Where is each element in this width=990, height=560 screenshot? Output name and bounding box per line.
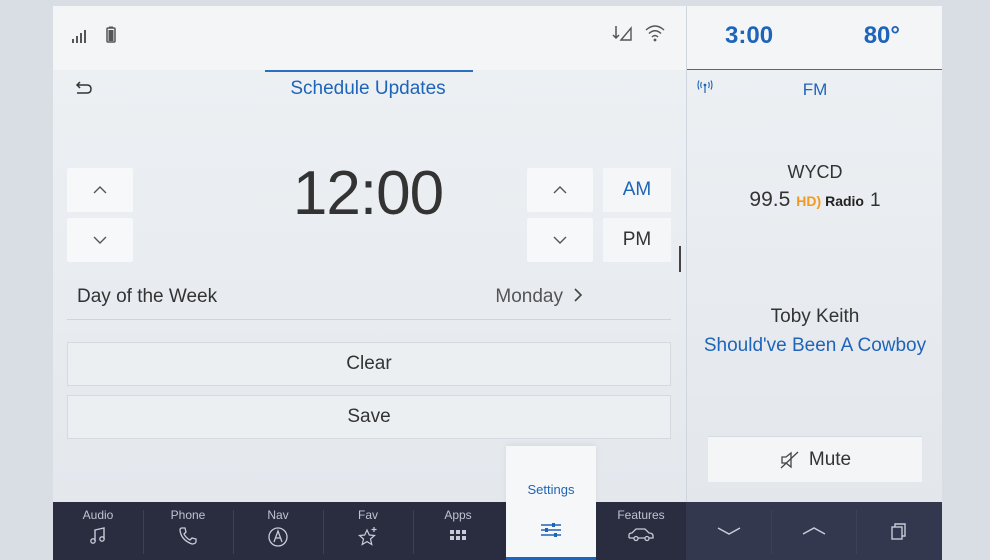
nav-phone[interactable]: Phone	[143, 502, 233, 560]
nav-settings-label: Settings	[527, 482, 575, 497]
artist-name: Toby Keith	[770, 306, 860, 327]
phone-icon	[179, 527, 197, 545]
battery-icon	[106, 26, 116, 43]
chevron-down-icon	[717, 527, 740, 535]
nav-features[interactable]: Features	[596, 502, 686, 560]
scrollbar[interactable]	[679, 246, 681, 272]
nav-fav[interactable]: Fav	[323, 502, 413, 560]
frequency: 99.5	[749, 188, 791, 211]
nav-nav[interactable]: Nav	[233, 502, 323, 560]
hour-up-button[interactable]	[67, 168, 133, 212]
minute-up-button[interactable]	[527, 168, 593, 212]
chevron-up-icon	[93, 186, 107, 194]
speaker-muted-icon	[780, 451, 799, 468]
apps-grid-icon	[450, 530, 466, 540]
collapse-button[interactable]	[686, 502, 771, 560]
status-icons-left	[71, 26, 117, 48]
status-bar	[53, 6, 686, 70]
music-note-icon	[90, 527, 105, 544]
chevron-right-icon	[574, 288, 583, 302]
pm-button[interactable]: PM	[603, 218, 671, 262]
hd-radio-logo: HD) Radio	[796, 193, 864, 209]
cards-button[interactable]	[856, 502, 941, 560]
time-display: 12:00	[292, 159, 444, 228]
stacked-cards-icon	[890, 523, 906, 540]
station-name: WYCD	[787, 162, 843, 182]
save-button[interactable]: Save	[67, 395, 671, 439]
hour-down-button[interactable]	[67, 218, 133, 262]
nav-phone-label: Phone	[170, 508, 206, 522]
outside-temperature: 80°	[863, 22, 900, 49]
navigation-icon	[268, 527, 288, 547]
title-underline	[265, 70, 473, 72]
song-title: Should've Been A Cowboy	[703, 335, 927, 356]
hd-logo-word: Radio	[825, 193, 864, 209]
bottom-nav-bar: Audio Phone Nav Fav Apps Settings Featur…	[53, 446, 942, 560]
back-arrow-icon[interactable]	[72, 80, 94, 98]
data-arrows-icon	[612, 26, 632, 41]
nav-apps[interactable]: Apps	[413, 502, 503, 560]
mute-label: Mute	[808, 448, 852, 470]
nav-audio[interactable]: Audio	[53, 502, 143, 560]
day-of-week-value: Monday	[495, 286, 563, 307]
infotainment-screen: Schedule Updates 12:00 AM PM Day of the …	[53, 6, 942, 560]
nav-features-label: Features	[617, 508, 665, 522]
audio-side-panel: 3:00 80° FM WYCD 99.5 HD) Radio 1 Toby K…	[686, 6, 942, 502]
chevron-up-icon	[553, 186, 567, 194]
expand-button[interactable]	[771, 502, 856, 560]
chevron-down-icon	[93, 236, 107, 244]
star-plus-icon	[358, 527, 377, 546]
day-of-week-row[interactable]: Day of the Week Monday	[67, 272, 671, 320]
clock: 3:00	[725, 22, 774, 49]
minute-down-button[interactable]	[527, 218, 593, 262]
hd-channel: 1	[869, 190, 881, 211]
frequency-row: 99.5 HD) Radio 1	[687, 188, 942, 212]
hd-logo-bracket: )	[816, 193, 822, 209]
nav-settings[interactable]: Settings	[506, 446, 596, 560]
day-of-week-label: Day of the Week	[77, 286, 218, 307]
hd-logo-prefix: HD	[796, 193, 817, 209]
nav-audio-label: Audio	[82, 508, 114, 522]
audio-controls-bar	[686, 502, 942, 560]
chevron-down-icon	[553, 236, 567, 244]
clear-button[interactable]: Clear	[67, 342, 671, 386]
mute-button[interactable]: Mute	[708, 436, 922, 482]
page-title: Schedule Updates	[290, 78, 446, 99]
status-icons-right	[612, 24, 666, 47]
nav-apps-label: Apps	[444, 508, 472, 522]
wifi-icon	[645, 25, 665, 42]
nav-nav-label: Nav	[267, 508, 289, 522]
am-button[interactable]: AM	[603, 168, 671, 212]
sliders-icon	[541, 523, 561, 537]
nav-fav-label: Fav	[357, 508, 378, 522]
radio-band[interactable]: FM	[687, 80, 942, 100]
signal-bars-icon	[72, 30, 86, 43]
main-panel: Schedule Updates 12:00 AM PM Day of the …	[53, 6, 686, 502]
chevron-up-icon	[802, 527, 825, 535]
car-icon	[628, 528, 654, 542]
